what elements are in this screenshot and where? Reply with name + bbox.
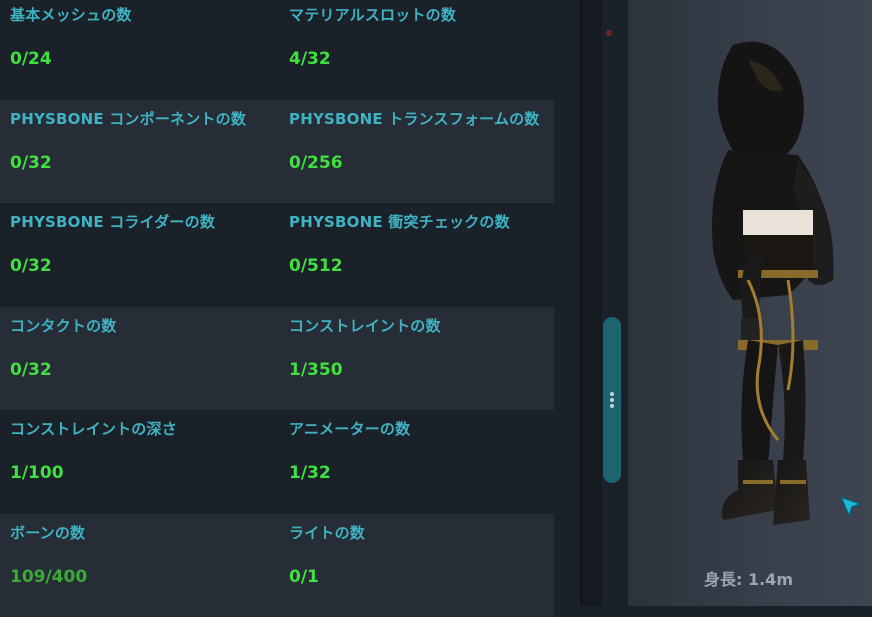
stat-physbone-collision-check-count: PHYSBONE 衝突チェックの数 0/512 (279, 203, 554, 307)
stat-value: 1/100 (10, 462, 64, 484)
stat-label: コンストレイントの数 (289, 315, 554, 337)
stat-physbone-transform-count: PHYSBONE トランスフォームの数 0/256 (279, 100, 554, 204)
stat-value: 109/400 (10, 566, 87, 588)
stat-value: 1/32 (289, 462, 331, 484)
scroll-track[interactable] (580, 0, 602, 606)
stat-contact-count: コンタクトの数 0/32 (0, 307, 279, 411)
height-label: 身長: 1.4m (704, 566, 793, 590)
avatar-preview[interactable]: 身長: 1.4m (628, 0, 872, 606)
avatar-figure (688, 40, 848, 550)
stat-physbone-collider-count: PHYSBONE コライダーの数 0/32 (0, 203, 279, 307)
stat-label: PHYSBONE コンポーネントの数 (10, 108, 279, 130)
stat-value: 0/256 (289, 152, 343, 174)
pointer-arrow-icon (838, 494, 864, 520)
stats-row: コンタクトの数 0/32 コンストレイントの数 1/350 (0, 307, 554, 411)
stat-value: 0/512 (289, 255, 343, 277)
stat-animator-count: アニメーターの数 1/32 (279, 410, 554, 514)
stats-row: PHYSBONE コンポーネントの数 0/32 PHYSBONE トランスフォー… (0, 100, 554, 204)
stat-label: アニメーターの数 (289, 418, 554, 440)
stats-row: 基本メッシュの数 0/24 マテリアルスロットの数 4/32 (0, 0, 554, 100)
stat-label: マテリアルスロットの数 (289, 4, 554, 26)
stat-value: 4/32 (289, 48, 331, 70)
stat-physbone-component-count: PHYSBONE コンポーネントの数 0/32 (0, 100, 279, 204)
divider (580, 0, 582, 606)
scroll-rail (554, 0, 628, 606)
drag-handle-icon[interactable] (609, 390, 615, 412)
stat-label: ボーンの数 (10, 522, 279, 544)
stats-row: ボーンの数 109/400 ライトの数 0/1 (0, 514, 554, 617)
stat-value: 1/350 (289, 359, 343, 381)
avatar-stats-list: 基本メッシュの数 0/24 マテリアルスロットの数 4/32 PHYSBONE … (0, 0, 554, 617)
stats-row: PHYSBONE コライダーの数 0/32 PHYSBONE 衝突チェックの数 … (0, 203, 554, 307)
stats-row: コンストレイントの深さ 1/100 アニメーターの数 1/32 (0, 410, 554, 514)
stat-label: コンストレイントの深さ (10, 418, 279, 440)
stat-label: 基本メッシュの数 (10, 4, 279, 26)
stat-constraint-depth: コンストレイントの深さ 1/100 (0, 410, 279, 514)
stat-value: 0/32 (10, 359, 52, 381)
stat-label: PHYSBONE 衝突チェックの数 (289, 211, 554, 233)
stat-material-slot-count: マテリアルスロットの数 4/32 (279, 0, 554, 100)
indicator-dot (606, 30, 612, 36)
stat-bone-count: ボーンの数 109/400 (0, 514, 279, 617)
stat-value: 0/24 (10, 48, 52, 70)
stat-label: PHYSBONE トランスフォームの数 (289, 108, 554, 130)
stat-label: PHYSBONE コライダーの数 (10, 211, 279, 233)
stat-label: コンタクトの数 (10, 315, 279, 337)
stat-light-count: ライトの数 0/1 (279, 514, 554, 617)
stat-label: ライトの数 (289, 522, 554, 544)
stat-value: 0/1 (289, 566, 319, 588)
stat-base-mesh-count: 基本メッシュの数 0/24 (0, 0, 279, 100)
stat-constraint-count: コンストレイントの数 1/350 (279, 307, 554, 411)
stat-value: 0/32 (10, 255, 52, 277)
stat-value: 0/32 (10, 152, 52, 174)
